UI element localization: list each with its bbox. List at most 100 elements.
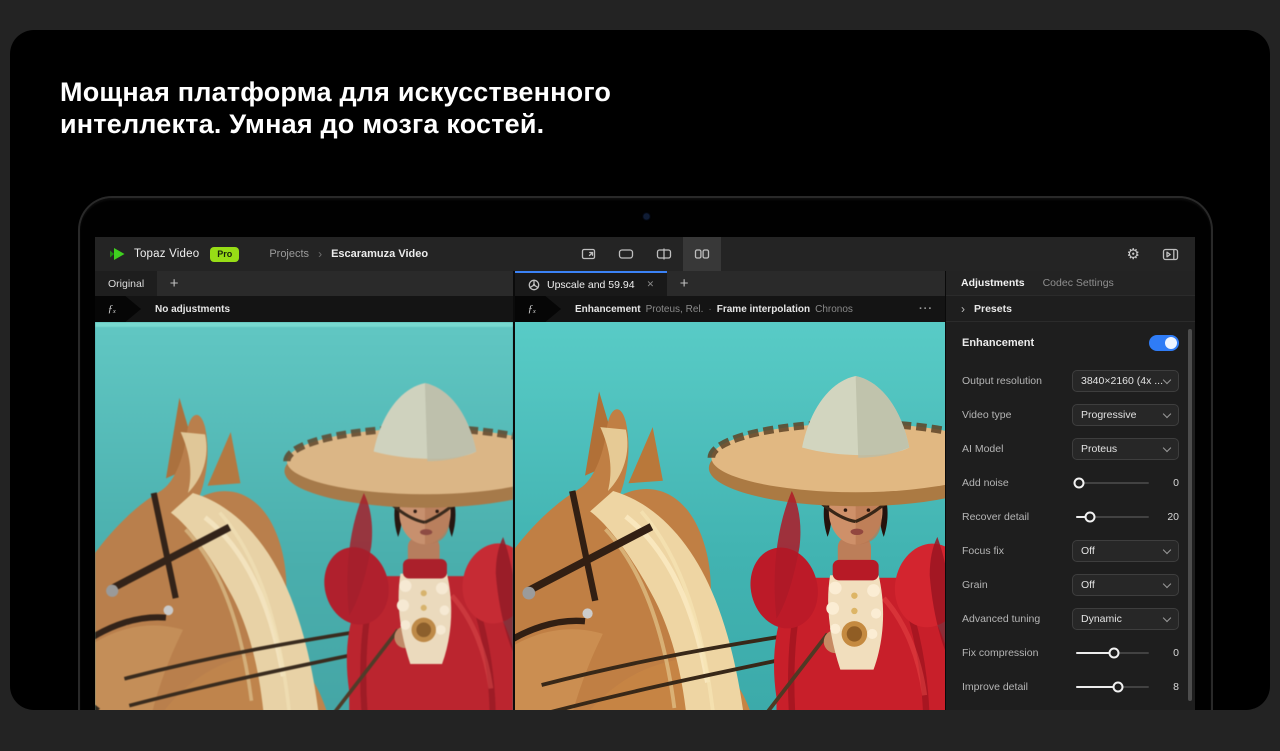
focus-fix-value: Off bbox=[1081, 545, 1095, 557]
fit-view-button[interactable] bbox=[569, 237, 607, 271]
single-view-icon bbox=[618, 248, 634, 260]
output-resolution-dropdown[interactable]: 3840×2160 (4x ... bbox=[1072, 370, 1179, 392]
presets-label: Presets bbox=[974, 303, 1012, 315]
tab-original[interactable]: Original bbox=[95, 271, 157, 296]
control-row-focus-fix: Focus fix Off bbox=[962, 536, 1179, 566]
slider-track[interactable] bbox=[1076, 652, 1149, 654]
control-row-recover-detail: Recover detail 20 bbox=[962, 502, 1179, 532]
breadcrumb: Projects › Escaramuza Video bbox=[269, 247, 428, 261]
control-row-add-noise: Add noise0 bbox=[962, 468, 1179, 498]
single-view-button[interactable] bbox=[607, 237, 645, 271]
filter-separator: · bbox=[708, 304, 711, 315]
more-options-icon[interactable]: ··· bbox=[919, 303, 933, 315]
control-row-fix-compression: Fix compression0 bbox=[962, 638, 1179, 668]
original-pane: Original + ƒₓ No adjustments bbox=[95, 271, 513, 710]
recover-detail-slider[interactable] bbox=[1076, 506, 1149, 528]
slider-knob[interactable] bbox=[1112, 682, 1123, 693]
original-video-frame bbox=[95, 322, 513, 710]
original-filter-bar: ƒₓ No adjustments bbox=[95, 296, 513, 322]
tab-original-label: Original bbox=[108, 278, 144, 290]
fix-compression-slider[interactable] bbox=[1076, 642, 1149, 664]
improve-detail-label: Improve detail bbox=[962, 681, 1076, 693]
control-row-output-resolution: Output resolution3840×2160 (4x ... bbox=[962, 366, 1179, 396]
fx-icon: ƒₓ bbox=[108, 303, 117, 315]
settings-gear-icon[interactable]: ⚙ bbox=[1127, 247, 1140, 262]
fit-view-icon bbox=[581, 248, 596, 260]
chevron-down-icon bbox=[1163, 613, 1171, 621]
breadcrumb-projects[interactable]: Projects bbox=[269, 248, 309, 260]
original-filter-text: No adjustments bbox=[155, 304, 230, 315]
app-toolbar: Topaz Video Pro Projects › Escaramuza Vi… bbox=[95, 237, 1195, 271]
upscale-pane: Upscale and 59.94 ✕ + ƒₓ Enhancement bbox=[515, 271, 945, 710]
enhancement-row: Enhancement bbox=[962, 330, 1179, 356]
sidebar-tab-bar: Adjustments Codec Settings bbox=[946, 271, 1195, 296]
page-background: Мощная платформа для искусственного инте… bbox=[0, 0, 1280, 751]
focus-fix-label: Focus fix bbox=[962, 545, 1072, 557]
enhancement-wheel-icon bbox=[528, 279, 540, 291]
new-tab-button[interactable]: + bbox=[667, 271, 701, 296]
interpolation-filter-label: Frame interpolation bbox=[717, 304, 810, 315]
recover-detail-label: Recover detail bbox=[962, 511, 1076, 523]
chevron-down-icon bbox=[1163, 409, 1171, 417]
sidebar-scrollbar[interactable] bbox=[1188, 329, 1192, 701]
sidebar-controls: Output resolution3840×2160 (4x ... Video … bbox=[962, 366, 1179, 702]
pro-badge: Pro bbox=[210, 247, 239, 262]
chevron-right-icon: › bbox=[961, 302, 965, 316]
ai-model-dropdown[interactable]: Proteus bbox=[1072, 438, 1179, 460]
toolbar-right-actions: ⚙ bbox=[1127, 247, 1179, 262]
original-tab-bar: Original + bbox=[95, 271, 513, 296]
slider-knob[interactable] bbox=[1073, 478, 1084, 489]
enhancement-toggle[interactable] bbox=[1149, 335, 1179, 351]
advanced-tuning-label: Advanced tuning bbox=[962, 613, 1072, 625]
split-view-button[interactable] bbox=[645, 237, 683, 271]
tab-upscale-label: Upscale and 59.94 bbox=[547, 279, 635, 291]
advanced-tuning-dropdown[interactable]: Dynamic bbox=[1072, 608, 1179, 630]
close-tab-icon[interactable]: ✕ bbox=[647, 279, 655, 290]
camera-icon bbox=[644, 214, 649, 219]
recover-detail-value: 20 bbox=[1153, 511, 1179, 523]
export-panel-icon[interactable] bbox=[1162, 248, 1179, 261]
no-adjustments-label: No adjustments bbox=[155, 304, 230, 315]
app-logo[interactable]: Topaz Video Pro bbox=[109, 246, 239, 262]
view-mode-switcher bbox=[569, 237, 721, 271]
side-by-side-view-icon bbox=[694, 248, 710, 260]
original-video-viewport[interactable] bbox=[95, 322, 513, 710]
upscale-tab-bar: Upscale and 59.94 ✕ + bbox=[515, 271, 945, 296]
ai-model-label: AI Model bbox=[962, 443, 1072, 455]
dark-container: Мощная платформа для искусственного инте… bbox=[10, 30, 1270, 710]
control-row-improve-detail: Improve detail 8 bbox=[962, 672, 1179, 702]
side-by-side-view-button[interactable] bbox=[683, 237, 721, 271]
presets-row[interactable]: › Presets bbox=[946, 296, 1195, 322]
tab-adjustments[interactable]: Adjustments bbox=[961, 277, 1025, 289]
slider-track[interactable] bbox=[1076, 482, 1149, 484]
toggle-knob bbox=[1165, 337, 1177, 349]
video-type-dropdown[interactable]: Progressive bbox=[1072, 404, 1179, 426]
breadcrumb-current: Escaramuza Video bbox=[331, 248, 428, 260]
control-row-video-type: Video typeProgressive bbox=[962, 400, 1179, 430]
enhancement-filter-value: Proteus, Rel. bbox=[646, 304, 704, 315]
grain-value: Off bbox=[1081, 579, 1095, 591]
improve-detail-value: 8 bbox=[1153, 681, 1179, 693]
slider-knob[interactable] bbox=[1084, 512, 1095, 523]
tab-codec-settings[interactable]: Codec Settings bbox=[1043, 277, 1114, 289]
slider-track[interactable] bbox=[1076, 516, 1149, 518]
workspace: Original + ƒₓ No adjustments bbox=[95, 271, 1195, 710]
fix-compression-value: 0 bbox=[1153, 647, 1179, 659]
adjustments-sidebar: Adjustments Codec Settings › Presets Enh… bbox=[945, 271, 1195, 710]
new-tab-button[interactable]: + bbox=[157, 271, 191, 296]
brand-name: Topaz Video bbox=[134, 248, 199, 260]
grain-dropdown[interactable]: Off bbox=[1072, 574, 1179, 596]
slider-track[interactable] bbox=[1076, 686, 1149, 688]
tab-upscale[interactable]: Upscale and 59.94 ✕ bbox=[515, 271, 667, 296]
fx-icon: ƒₓ bbox=[528, 303, 537, 315]
control-row-grain: GrainOff bbox=[962, 570, 1179, 600]
chevron-down-icon bbox=[1163, 579, 1171, 587]
focus-fix-dropdown[interactable]: Off bbox=[1072, 540, 1179, 562]
add-noise-slider[interactable] bbox=[1076, 472, 1149, 494]
video-type-label: Video type bbox=[962, 409, 1072, 421]
upscaled-video-viewport[interactable] bbox=[515, 322, 945, 710]
slider-knob[interactable] bbox=[1108, 648, 1119, 659]
enhancement-filter-label: Enhancement bbox=[575, 304, 641, 315]
improve-detail-slider[interactable] bbox=[1076, 676, 1149, 698]
add-noise-label: Add noise bbox=[962, 477, 1076, 489]
